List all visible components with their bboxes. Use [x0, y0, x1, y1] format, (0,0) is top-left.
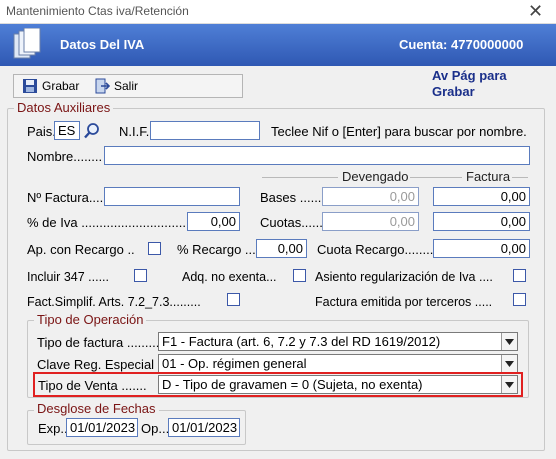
- operation-type-title: Tipo de Operación: [34, 312, 147, 327]
- include-347-label: Incluir 347 ......: [27, 270, 109, 284]
- account-label: Cuenta: 4770000000: [399, 37, 524, 52]
- exit-button[interactable]: Salir: [94, 77, 138, 95]
- date-breakdown-title: Desglose de Fechas: [34, 401, 159, 416]
- nif-label: N.I.F.: [119, 124, 150, 139]
- invoice-type-select[interactable]: F1 - Factura (art. 6, 7.2 y 7.3 del RD 1…: [158, 332, 518, 351]
- floppy-disk-icon: [23, 79, 37, 93]
- sale-type-select[interactable]: D - Tipo de gravamen = 0 (Sujeta, no exe…: [158, 375, 518, 394]
- search-icon[interactable]: [83, 122, 101, 140]
- operation-date-label: Op...: [141, 421, 170, 436]
- toolbar: Grabar Salir: [13, 74, 243, 98]
- non-exempt-acquisition-label: Adq. no exenta...: [182, 270, 277, 284]
- devengado-divider-left: [262, 177, 338, 178]
- country-label: Pais.: [27, 124, 56, 139]
- name-label: Nombre........: [27, 149, 103, 164]
- special-regime-value: 01 - Op. régimen general: [162, 356, 307, 371]
- aux-data-title: Datos Auxiliares: [14, 100, 114, 115]
- surcharge-quota-input[interactable]: 0,00: [433, 239, 530, 258]
- nif-hint: Teclee Nif o [Enter] para buscar por nom…: [271, 124, 527, 139]
- surcharge-percent-input[interactable]: 0,00: [256, 239, 307, 258]
- third-party-invoice-label: Factura emitida por terceros .....: [315, 295, 493, 309]
- issue-date-label: Exp..: [38, 421, 68, 436]
- simplified-invoice-label: Fact.Simplif. Arts. 7.2_7.3.........: [27, 295, 201, 309]
- country-input[interactable]: ES: [54, 121, 80, 140]
- invoice-number-input[interactable]: [104, 187, 240, 206]
- name-input[interactable]: [104, 146, 530, 165]
- bases-invoice-input[interactable]: 0,00: [433, 187, 530, 206]
- nif-input[interactable]: [150, 121, 260, 140]
- special-regime-label: Clave Reg. Especial ...: [37, 357, 169, 372]
- operation-date-input[interactable]: 01/01/2023: [168, 418, 240, 437]
- vat-percent-label: % de Iva ..............................: [27, 215, 190, 230]
- devengado-divider-right: [410, 177, 462, 178]
- title-bar: Mantenimiento Ctas iva/Retención ✕: [0, 0, 556, 24]
- include-347-checkbox[interactable]: [134, 269, 147, 282]
- page-down-hint: Av Pág para Grabar: [432, 68, 507, 99]
- save-label: Grabar: [42, 79, 80, 93]
- surcharge-quota-label: Cuota Recargo..........: [317, 242, 441, 257]
- devengado-header: Devengado: [342, 169, 409, 184]
- documents-icon: [13, 28, 41, 59]
- window-title: Mantenimiento Ctas iva/Retención: [6, 4, 189, 18]
- chevron-down-icon[interactable]: [501, 333, 517, 350]
- invoice-type-label: Tipo de factura .........: [37, 335, 160, 350]
- surcharge-applied-label: Ap. con Recargo ..: [27, 242, 135, 257]
- chevron-down-icon[interactable]: [501, 376, 517, 393]
- header-banner: Datos Del IVA Cuenta: 4770000000: [0, 24, 556, 66]
- factura-divider: [512, 177, 528, 178]
- surcharge-percent-label: % Recargo ....: [177, 242, 260, 257]
- bases-accrued-input[interactable]: 0,00: [322, 187, 419, 206]
- quotas-invoice-input[interactable]: 0,00: [433, 212, 530, 231]
- exit-door-icon: [95, 78, 110, 94]
- simplified-invoice-checkbox[interactable]: [227, 293, 240, 306]
- quotas-accrued-input[interactable]: 0,00: [322, 212, 419, 231]
- vat-percent-input[interactable]: 0,00: [187, 212, 240, 231]
- factura-header: Factura: [466, 169, 511, 184]
- issue-date-input[interactable]: 01/01/2023: [66, 418, 138, 437]
- third-party-invoice-checkbox[interactable]: [513, 293, 526, 306]
- close-button[interactable]: ✕: [528, 1, 543, 21]
- save-button[interactable]: Grabar: [22, 77, 79, 95]
- special-regime-select[interactable]: 01 - Op. régimen general: [158, 354, 518, 373]
- invoice-type-value: F1 - Factura (art. 6, 7.2 y 7.3 del RD 1…: [162, 334, 441, 349]
- quotas-label: Cuotas.......: [260, 215, 327, 230]
- sale-type-label: Tipo de Venta .......: [38, 378, 147, 393]
- exit-label: Salir: [114, 79, 139, 93]
- chevron-down-icon[interactable]: [501, 355, 517, 372]
- page-title: Datos Del IVA: [60, 37, 145, 52]
- surcharge-applied-checkbox[interactable]: [148, 242, 161, 255]
- vat-regularization-checkbox[interactable]: [513, 269, 526, 282]
- vat-regularization-label: Asiento regularización de Iva ....: [315, 270, 493, 284]
- bases-label: Bases ........: [260, 190, 329, 205]
- non-exempt-acquisition-checkbox[interactable]: [293, 269, 306, 282]
- sale-type-value: D - Tipo de gravamen = 0 (Sujeta, no exe…: [162, 377, 423, 392]
